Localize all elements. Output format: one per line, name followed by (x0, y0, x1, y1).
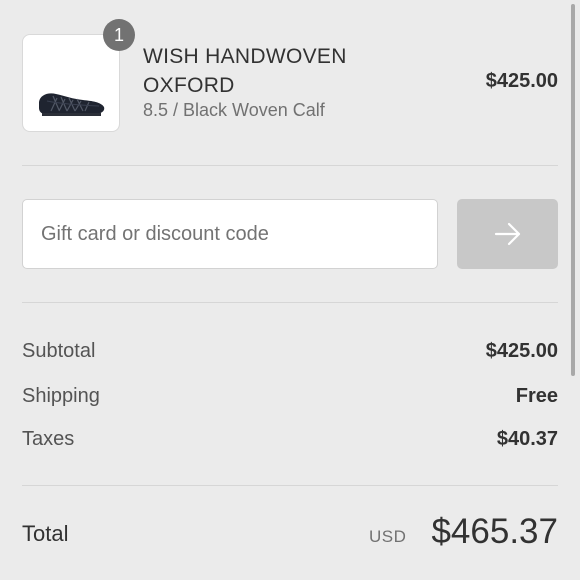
subtotal-value: $425.00 (485, 340, 558, 362)
shoe-icon (39, 93, 105, 116)
divider (22, 165, 558, 166)
product-price: $425.00 (485, 70, 558, 92)
product-variant: 8.5 / Black Woven Calf (143, 100, 325, 120)
divider (22, 302, 558, 303)
total-amount: $465.37 (431, 512, 558, 551)
shipping-row: Shipping Free (22, 382, 558, 410)
subtotal-label: Subtotal (22, 340, 96, 362)
product-name: WISH HANDWOVEN OXFORD (143, 42, 383, 100)
taxes-label: Taxes (22, 428, 75, 450)
arrow-right-icon (494, 222, 520, 246)
subtotal-row: Subtotal $425.00 (22, 337, 558, 365)
product-name-line: OXFORD (143, 74, 235, 97)
quantity-badge: 1 (103, 19, 135, 51)
divider (22, 485, 558, 486)
apply-discount-button[interactable] (457, 199, 558, 269)
scrollbar[interactable] (571, 4, 575, 376)
taxes-row: Taxes $40.37 (22, 425, 558, 453)
shipping-value: Free (515, 385, 558, 407)
product-thumbnail (22, 34, 120, 132)
total-label: Total (22, 521, 69, 546)
shipping-label: Shipping (22, 385, 100, 407)
order-summary: 1 WISH HANDWOVEN OXFORD 8.5 / Black Wove… (22, 0, 558, 580)
taxes-value: $40.37 (496, 428, 558, 450)
product-name-line: WISH HANDWOVEN (143, 45, 347, 68)
line-item: 1 WISH HANDWOVEN OXFORD 8.5 / Black Wove… (22, 19, 558, 132)
discount-code-input[interactable] (22, 199, 438, 269)
total-currency: USD (369, 527, 407, 546)
